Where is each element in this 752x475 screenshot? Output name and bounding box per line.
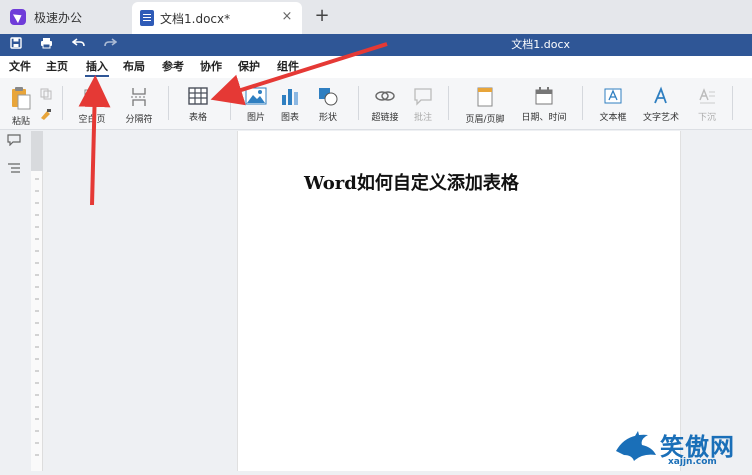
tab-document[interactable]: 文档1.docx* ×: [132, 2, 302, 34]
redo-icon[interactable]: [102, 37, 118, 53]
hyperlink-button[interactable]: 超链接: [366, 86, 404, 128]
table-icon: [188, 87, 208, 105]
separator: [358, 86, 359, 120]
header-footer-label: 页眉/页脚: [465, 115, 505, 125]
menu-bar: 文件 主页 插入 布局 参考 协作 保护 组件: [0, 56, 752, 78]
dropcap-button[interactable]: 下沉: [690, 86, 724, 128]
ribbon-toolbar: 粘贴 空白页 分隔符 表格 图片 图表 形状 超链接 批注 页眉/页脚 日期、时…: [0, 78, 752, 130]
tab-app-home[interactable]: 极速办公: [0, 0, 130, 34]
datetime-button[interactable]: 日期、时间: [518, 86, 570, 128]
textbox-label: 文本框: [599, 113, 627, 123]
paste-label: 粘贴: [11, 117, 30, 127]
vertical-ruler[interactable]: [31, 131, 43, 471]
textart-button[interactable]: 文字艺术: [636, 86, 686, 128]
menu-layout[interactable]: 布局: [123, 56, 145, 78]
copy-icon: [40, 88, 52, 100]
hyperlink-icon: [375, 91, 395, 101]
blank-page-icon: [84, 89, 100, 107]
textbox-button[interactable]: 文本框: [594, 86, 632, 128]
separator: [230, 86, 231, 120]
chart-icon: [282, 89, 298, 105]
doc-tab-label: 文档1.docx*: [160, 11, 231, 26]
shape-button[interactable]: 形状: [310, 86, 346, 128]
watermark-url: xajjn.com: [668, 457, 717, 467]
separator: [582, 86, 583, 120]
app-logo-icon: [10, 9, 26, 25]
document-icon: [140, 10, 154, 26]
image-icon: [245, 87, 267, 105]
section-break-button[interactable]: 分隔符: [117, 86, 161, 128]
shark-logo-icon: [616, 431, 656, 461]
comment-button[interactable]: 批注: [407, 86, 439, 128]
tab-bar: 极速办公 文档1.docx* × +: [0, 0, 752, 34]
document-heading[interactable]: Word如何自定义添加表格: [304, 169, 519, 195]
blank-page-button[interactable]: 空白页: [70, 86, 114, 128]
hyperlink-label: 超链接: [371, 113, 399, 123]
textart-label: 文字艺术: [642, 113, 679, 123]
print-icon[interactable]: [38, 37, 54, 53]
image-label: 图片: [246, 113, 265, 123]
shape-icon: [319, 88, 338, 106]
menu-references[interactable]: 参考: [162, 56, 184, 78]
header-footer-button[interactable]: 页眉/页脚: [460, 86, 510, 128]
save-icon[interactable]: [8, 37, 24, 53]
close-icon[interactable]: ×: [280, 10, 294, 24]
paste-button[interactable]: 粘贴: [6, 86, 36, 128]
document-page[interactable]: Word如何自定义添加表格: [237, 131, 681, 471]
chart-button[interactable]: 图表: [274, 86, 306, 128]
chart-label: 图表: [280, 113, 299, 123]
image-button[interactable]: 图片: [238, 86, 274, 128]
vertical-scrollbar[interactable]: [744, 131, 752, 471]
textbox-icon: [604, 88, 622, 104]
format-painter-icon: [41, 109, 51, 120]
section-break-label: 分隔符: [125, 115, 153, 125]
title-bar: 文档1.docx: [0, 34, 752, 56]
comment-label: 批注: [413, 113, 432, 123]
section-break-icon: [131, 88, 147, 106]
dropcap-label: 下沉: [697, 113, 716, 123]
separator: [732, 86, 733, 120]
menu-collaborate[interactable]: 协作: [200, 56, 222, 78]
undo-icon[interactable]: [70, 37, 86, 53]
dropcap-icon: [699, 88, 715, 104]
menu-file[interactable]: 文件: [9, 56, 31, 78]
comment-side-icon[interactable]: [7, 131, 21, 150]
menu-protect[interactable]: 保护: [238, 56, 260, 78]
comment-icon: [414, 88, 432, 106]
shape-label: 形状: [318, 113, 337, 123]
textart-icon: [654, 86, 667, 104]
app-tab-label: 极速办公: [34, 10, 83, 25]
menu-plugins[interactable]: 组件: [277, 56, 299, 78]
separator: [168, 86, 169, 120]
menu-insert[interactable]: 插入: [85, 56, 109, 78]
separator: [62, 86, 63, 120]
new-tab-button[interactable]: +: [312, 6, 332, 26]
separator: [448, 86, 449, 120]
menu-home[interactable]: 主页: [46, 56, 68, 78]
blank-page-label: 空白页: [78, 115, 106, 125]
table-label: 表格: [188, 113, 207, 123]
header-footer-icon: [477, 87, 493, 107]
watermark: 笑傲网 xajjn.com: [612, 425, 752, 471]
left-sidebar: [0, 131, 28, 471]
calendar-icon: [535, 87, 553, 105]
datetime-label: 日期、时间: [521, 113, 567, 123]
paste-icon: [12, 87, 31, 110]
navigation-icon[interactable]: [7, 159, 21, 178]
table-button[interactable]: 表格: [178, 86, 218, 128]
